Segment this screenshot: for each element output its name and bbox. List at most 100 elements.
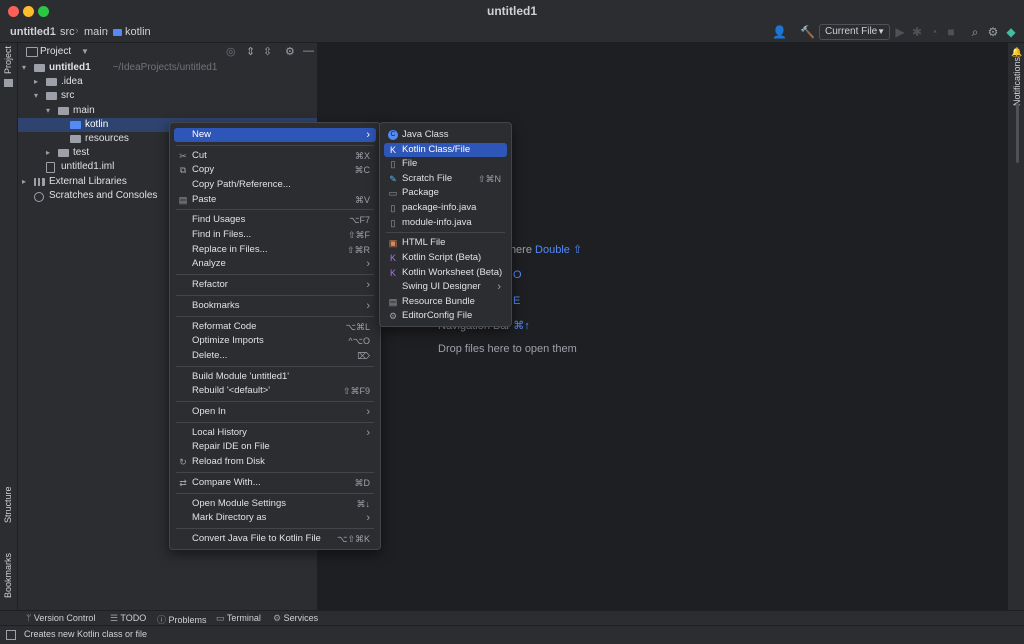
menu-item-package-info-java[interactable]: ▯ package-info.java xyxy=(384,201,507,215)
breadcrumb-separator: › xyxy=(105,25,109,37)
chevron-down-icon[interactable]: ▼ xyxy=(81,47,89,56)
collapse-all-icon[interactable]: ⇳ xyxy=(263,45,272,58)
structure-tool-button[interactable]: Structure xyxy=(3,486,13,523)
tab-todo[interactable]: ☰ TODO xyxy=(110,613,146,624)
menu-item-shortcut: ⌘C xyxy=(354,165,371,176)
menu-item-label: Bookmarks xyxy=(192,299,240,311)
menu-item-cut[interactable]: ✂ Cut ⌘X xyxy=(174,149,376,163)
tab-terminal[interactable]: ▭ Terminal xyxy=(216,613,261,624)
notifications-tool-button[interactable]: Notifications xyxy=(1012,57,1022,106)
chevron-right-icon[interactable]: ▸ xyxy=(22,175,26,189)
settings-gear-icon[interactable]: ⚙ xyxy=(986,25,1000,39)
menu-item-open-in[interactable]: Open In › xyxy=(174,405,376,419)
menu-item-copy[interactable]: ⧉ Copy ⌘C xyxy=(174,163,376,177)
menu-item-shortcut: ⇧⌘R xyxy=(346,244,370,255)
toggle-tool-windows-icon[interactable] xyxy=(6,630,16,640)
menu-item-find-in-files[interactable]: Find in Files... ⇧⌘F xyxy=(174,228,376,242)
chevron-down-icon[interactable]: ▾ xyxy=(22,61,26,75)
chevron-right-icon: › xyxy=(366,426,370,439)
menu-item-label: Find in Files... xyxy=(192,229,252,240)
menu-item-mark-directory-as[interactable]: Mark Directory as › xyxy=(174,511,376,525)
tab-version-control[interactable]: ᛘ Version Control xyxy=(26,613,95,623)
select-opened-file-icon[interactable]: ◎ xyxy=(226,45,236,58)
run-configuration-select[interactable]: Current File ▼ xyxy=(819,24,890,40)
expand-all-icon[interactable]: ⇕ xyxy=(246,45,255,58)
options-gear-icon[interactable]: ⚙ xyxy=(285,45,295,58)
project-tool-button[interactable]: Project xyxy=(3,46,13,74)
menu-item-copy-path-reference[interactable]: Copy Path/Reference... xyxy=(174,178,376,192)
tree-item-label: untitled1.iml xyxy=(61,161,115,173)
menu-item-rebuild-default[interactable]: Rebuild '<default>' ⇧⌘F9 xyxy=(174,384,376,398)
tree-item-src[interactable]: ▾ src xyxy=(18,89,317,103)
menu-item-label: Java Class xyxy=(402,129,449,140)
menu-item-shortcut: ⌘V xyxy=(354,194,370,205)
chevron-right-icon[interactable]: ▸ xyxy=(34,75,38,89)
menu-item-resource-bundle[interactable]: ▤ Resource Bundle xyxy=(384,295,507,309)
menu-item-build-module-untitled1[interactable]: Build Module 'untitled1' xyxy=(174,370,376,384)
menu-item-kotlin-script-beta[interactable]: K Kotlin Script (Beta) xyxy=(384,251,507,265)
new-submenu: C Java Class K Kotlin Class/File ▯ File ✎ Scrat… xyxy=(379,122,512,327)
tab-label: Version Control xyxy=(33,613,96,623)
coverage-icon[interactable]: ◔ xyxy=(927,25,941,39)
menu-item-label: Package xyxy=(402,187,439,199)
chevron-down-icon[interactable]: ▾ xyxy=(34,89,38,103)
menu-item-editorconfig-file[interactable]: ⚙ EditorConfig File xyxy=(384,309,507,323)
menu-item-repair-ide-on-file[interactable]: Repair IDE on File xyxy=(174,440,376,454)
tab-services[interactable]: ⚙ Services xyxy=(273,613,318,624)
menu-item-reformat-code[interactable]: Reformat Code ⌥⌘L xyxy=(174,320,376,334)
menu-item-compare-with[interactable]: ⇄ Compare With... ⌘D xyxy=(174,476,376,490)
tree-item-main[interactable]: ▾ main xyxy=(18,104,317,118)
menu-item-label: EditorConfig File xyxy=(402,310,473,322)
menu-separator xyxy=(176,273,374,275)
menu-item-file[interactable]: ▯ File xyxy=(384,157,507,171)
menu-item-html-file[interactable]: ▣ HTML File xyxy=(384,236,507,250)
stop-icon[interactable]: ■ xyxy=(944,25,958,39)
tree-item-idea[interactable]: ▸ .idea xyxy=(18,75,317,89)
menu-item-package[interactable]: ▭ Package xyxy=(384,186,507,200)
jetbrains-ai-icon[interactable]: ◆ xyxy=(1004,25,1018,39)
kotlin-script-icon: K xyxy=(389,253,396,263)
menu-item-reload-from-disk[interactable]: ↻ Reload from Disk xyxy=(174,455,376,469)
chevron-right-icon: › xyxy=(366,129,370,141)
editor-hint: Drop files here to open them xyxy=(438,343,577,355)
tree-item-untitled1[interactable]: ▾ untitled1 ~/IdeaProjects/untitled1 xyxy=(18,61,317,75)
chevron-down-icon[interactable]: ▾ xyxy=(46,104,50,118)
chevron-right-icon[interactable]: ▸ xyxy=(46,146,50,160)
breadcrumb-src[interactable]: src xyxy=(60,26,75,38)
menu-item-label: Scratch File xyxy=(402,172,453,184)
menu-item-module-info-java[interactable]: ▯ module-info.java xyxy=(384,216,507,230)
menu-separator xyxy=(176,527,374,529)
menu-item-local-history[interactable]: Local History › xyxy=(174,426,376,440)
menu-item-convert-java-file-to-kotlin-file[interactable]: Convert Java File to Kotlin File ⌥⇧⌘K xyxy=(174,532,376,546)
menu-item-delete[interactable]: Delete... ⌦ xyxy=(174,349,376,363)
build-hammer-icon[interactable]: 🔨 xyxy=(800,25,815,39)
kotlin-icon: K xyxy=(389,144,396,155)
menu-item-kotlin-worksheet-beta[interactable]: K Kotlin Worksheet (Beta) xyxy=(384,266,507,280)
run-icon[interactable]: ▶ xyxy=(893,25,907,39)
hide-panel-icon[interactable]: — xyxy=(303,45,314,57)
menu-item-java-class[interactable]: C Java Class xyxy=(384,128,507,142)
terminal-icon: ▭ xyxy=(216,613,227,623)
search-icon[interactable]: ⌕ xyxy=(968,25,982,39)
menu-item-open-module-settings[interactable]: Open Module Settings ⌘↓ xyxy=(174,497,376,511)
menu-item-bookmarks[interactable]: Bookmarks › xyxy=(174,299,376,313)
menu-item-label: Compare With... xyxy=(192,476,261,488)
menu-item-find-usages[interactable]: Find Usages ⌥F7 xyxy=(174,213,376,227)
menu-item-paste[interactable]: ▤ Paste ⌘V xyxy=(174,193,376,207)
menu-item-analyze[interactable]: Analyze › xyxy=(174,257,376,271)
menu-item-swing-ui-designer[interactable]: Swing UI Designer › xyxy=(384,280,507,294)
debug-icon[interactable]: ✱ xyxy=(910,25,924,39)
menu-item-optimize-imports[interactable]: Optimize Imports ^⌥O xyxy=(174,334,376,348)
menu-item-scratch-file[interactable]: ✎ Scratch File ⇧⌘N xyxy=(384,172,507,186)
project-view-selector[interactable]: Project xyxy=(40,46,71,57)
bookmarks-tool-button[interactable]: Bookmarks xyxy=(3,553,13,598)
menu-item-replace-in-files[interactable]: Replace in Files... ⇧⌘R xyxy=(174,243,376,257)
menu-item-new[interactable]: New › xyxy=(174,128,376,142)
breadcrumb-project[interactable]: untitled1 xyxy=(10,26,56,38)
scrollbar[interactable] xyxy=(1016,103,1019,163)
menu-item-kotlin-class-file[interactable]: K Kotlin Class/File xyxy=(384,142,507,157)
breadcrumb-kotlin[interactable]: kotlin xyxy=(125,26,151,38)
account-icon[interactable]: 👤 xyxy=(772,25,787,39)
menu-item-refactor[interactable]: Refactor › xyxy=(174,278,376,292)
tab-label: Terminal xyxy=(226,613,261,623)
